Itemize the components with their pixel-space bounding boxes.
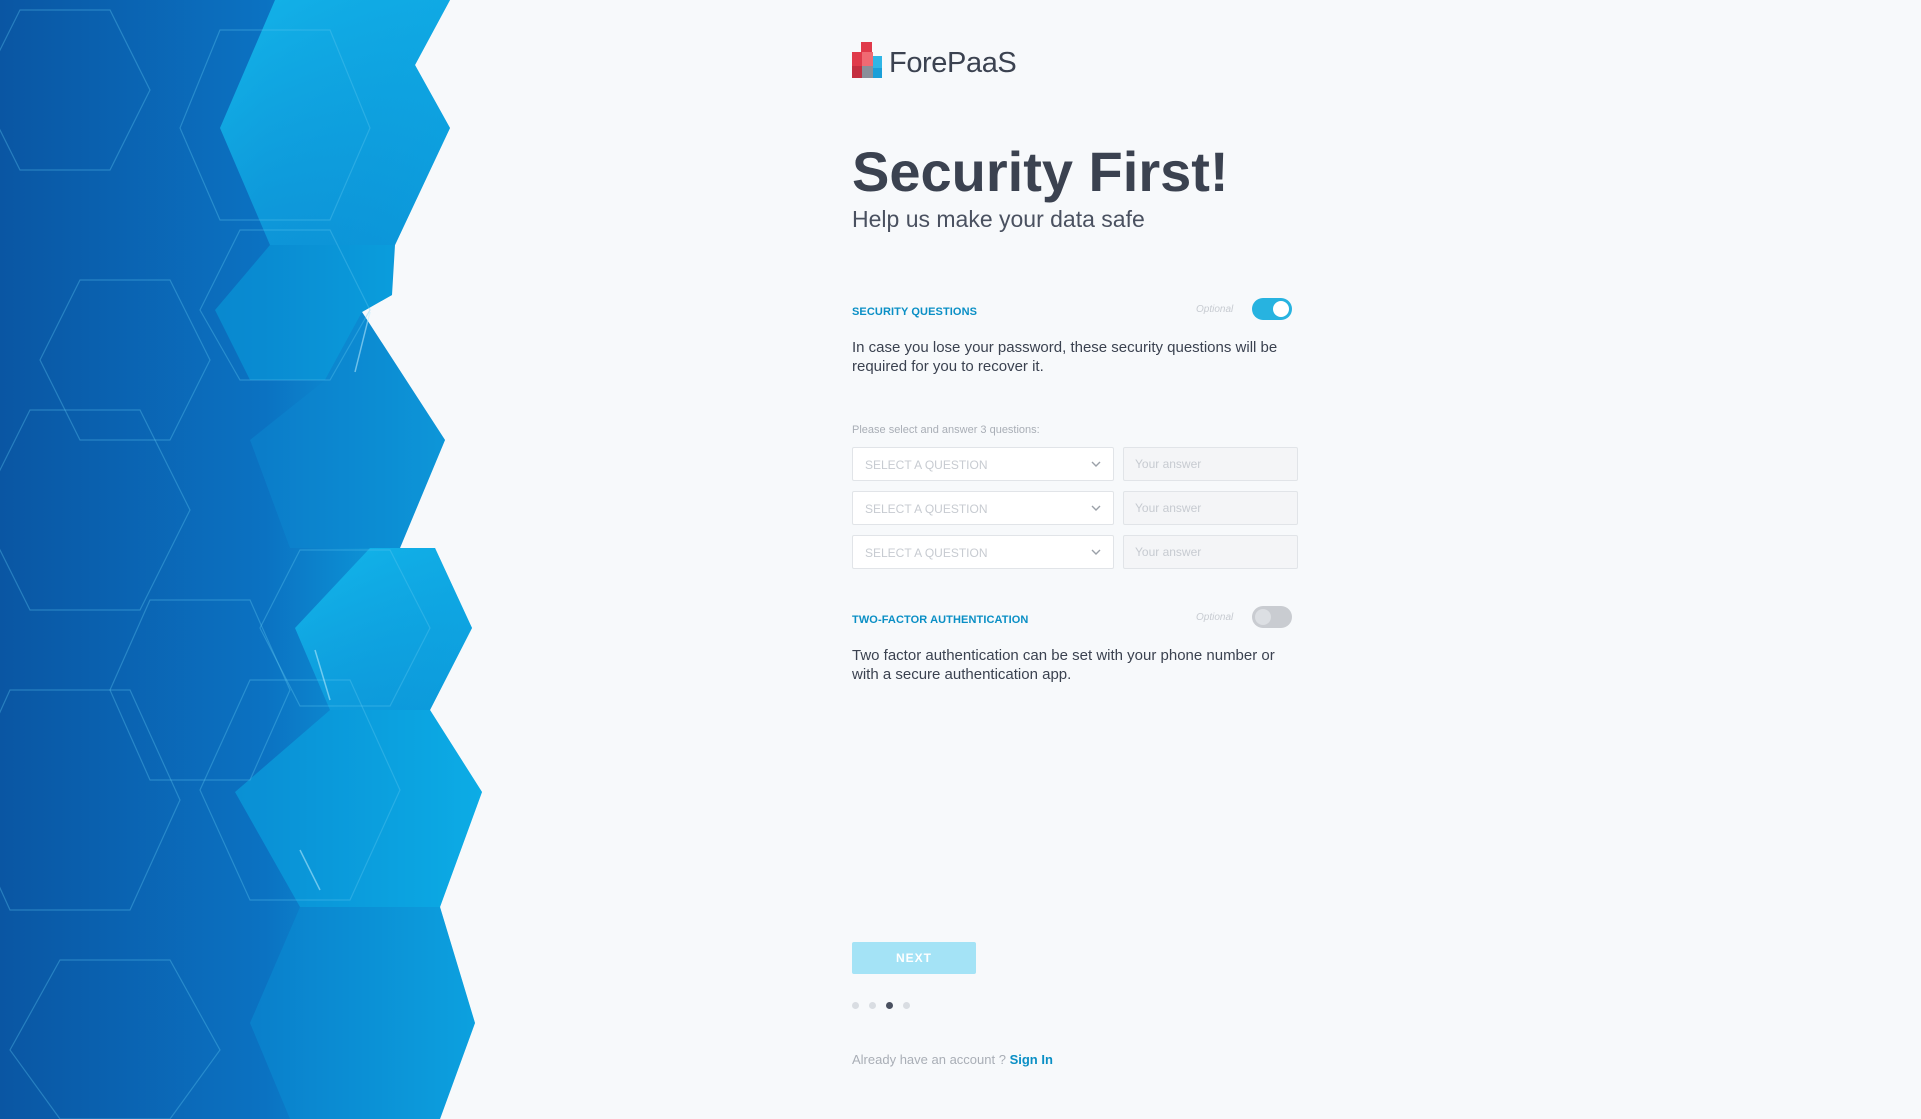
answer-input-1[interactable] xyxy=(1123,447,1298,481)
next-button[interactable]: NEXT xyxy=(852,942,976,974)
page-subtitle: Help us make your data safe xyxy=(852,206,1145,232)
two-factor-optional-label: Optional xyxy=(1196,612,1234,623)
question-select-label: SELECT A QUESTION xyxy=(865,458,988,472)
brand-logo: ForePaaS xyxy=(852,42,1017,84)
chevron-down-icon xyxy=(1091,505,1101,511)
security-questions-description: In case you lose your password, these se… xyxy=(852,339,1278,375)
step-dot xyxy=(869,1002,876,1009)
step-dot xyxy=(852,1002,859,1009)
answer-input-2[interactable] xyxy=(1123,491,1298,525)
security-questions-title: SECURITY QUESTIONS xyxy=(852,306,978,318)
question-select-3[interactable]: SELECT A QUESTION xyxy=(852,535,1114,569)
two-factor-description: Two factor authentication can be set wit… xyxy=(852,647,1275,683)
two-factor-title: TWO-FACTOR AUTHENTICATION xyxy=(852,614,1029,626)
brand-name: ForePaaS xyxy=(889,46,1017,79)
signin-prompt: Already have an account ? Sign In xyxy=(852,1052,1053,1067)
question-select-label: SELECT A QUESTION xyxy=(865,502,988,516)
toggle-knob xyxy=(1273,301,1289,317)
chevron-down-icon xyxy=(1091,549,1101,555)
step-dot xyxy=(903,1002,910,1009)
forepaas-logo-icon xyxy=(852,42,882,78)
question-select-1[interactable]: SELECT A QUESTION xyxy=(852,447,1114,481)
signup-form-panel: ForePaaS Security First! Help us make yo… xyxy=(852,0,1302,1119)
security-questions-toggle[interactable] xyxy=(1252,298,1292,320)
signin-link[interactable]: Sign In xyxy=(1010,1052,1053,1067)
question-row: SELECT A QUESTION xyxy=(852,447,1298,481)
answer-input-3[interactable] xyxy=(1123,535,1298,569)
signin-prompt-text: Already have an account ? xyxy=(852,1052,1010,1067)
two-factor-toggle[interactable] xyxy=(1252,606,1292,628)
toggle-knob xyxy=(1255,609,1271,625)
hero-hexagon-background xyxy=(0,0,482,1119)
security-questions-optional-label: Optional xyxy=(1196,304,1234,315)
question-row: SELECT A QUESTION xyxy=(852,491,1298,525)
page-title: Security First! xyxy=(852,140,1229,203)
question-select-label: SELECT A QUESTION xyxy=(865,546,988,560)
chevron-down-icon xyxy=(1091,461,1101,467)
question-select-2[interactable]: SELECT A QUESTION xyxy=(852,491,1114,525)
signup-page: ForePaaS Security First! Help us make yo… xyxy=(0,0,1921,1119)
step-dot-current xyxy=(886,1002,893,1009)
question-row: SELECT A QUESTION xyxy=(852,535,1298,569)
step-progress-dots xyxy=(852,1002,910,1009)
questions-instruction: Please select and answer 3 questions: xyxy=(852,424,1040,436)
